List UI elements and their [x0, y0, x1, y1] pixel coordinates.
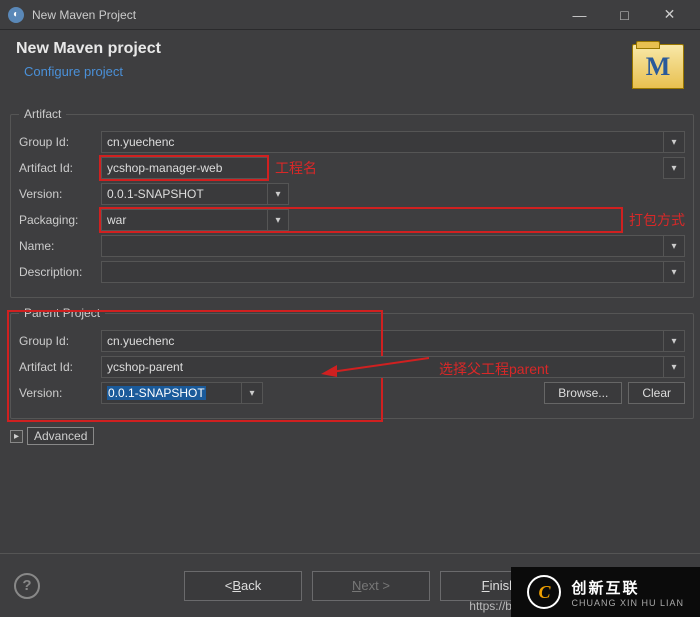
version-label: Version:	[19, 187, 101, 201]
parent-group-id-label: Group Id:	[19, 334, 101, 348]
browse-button[interactable]: Browse...	[544, 382, 622, 404]
description-dropdown-icon[interactable]: ▾	[663, 261, 685, 283]
annotation-packaging: 打包方式	[629, 210, 685, 230]
watermark: C 创新互联 CHUANG XIN HU LIAN	[511, 567, 700, 617]
artifact-id-input[interactable]	[101, 157, 267, 179]
artifact-fieldset: Artifact Group Id: ▾ Artifact Id: 工程名 ▾ …	[10, 107, 694, 298]
version-dropdown-icon[interactable]: ▾	[267, 183, 289, 205]
parent-group-id-input[interactable]	[101, 330, 663, 352]
parent-version-label: Version:	[19, 386, 101, 400]
name-dropdown-icon[interactable]: ▾	[663, 235, 685, 257]
advanced-section: ▸ Advanced	[10, 427, 694, 445]
clear-button[interactable]: Clear	[628, 382, 685, 404]
group-id-input[interactable]	[101, 131, 663, 153]
packaging-input[interactable]	[101, 209, 267, 231]
watermark-line1: 创新互联	[571, 577, 684, 598]
description-input[interactable]	[101, 261, 663, 283]
version-input[interactable]	[101, 183, 267, 205]
close-button[interactable]: ✕	[647, 0, 692, 30]
page-title: New Maven project	[16, 40, 632, 58]
red-arrow-icon	[319, 354, 429, 380]
titlebar: ◐ New Maven Project — □ ✕	[0, 0, 700, 30]
artifact-id-label: Artifact Id:	[19, 161, 101, 175]
page-subtitle: Configure project	[24, 64, 632, 79]
advanced-label[interactable]: Advanced	[27, 427, 94, 445]
eclipse-icon: ◐	[8, 7, 24, 23]
window-title: New Maven Project	[32, 8, 557, 22]
group-id-dropdown-icon[interactable]: ▾	[663, 131, 685, 153]
dialog-header: New Maven project Configure project M	[0, 30, 700, 103]
group-id-label: Group Id:	[19, 135, 101, 149]
advanced-toggle-icon[interactable]: ▸	[10, 430, 23, 443]
parent-artifact-id-dropdown-icon[interactable]: ▾	[663, 356, 685, 378]
name-label: Name:	[19, 239, 101, 253]
artifact-id-dropdown-icon[interactable]: ▾	[663, 157, 685, 179]
parent-version-dropdown-icon[interactable]: ▾	[241, 382, 263, 404]
artifact-legend: Artifact	[19, 107, 66, 121]
parent-group-id-dropdown-icon[interactable]: ▾	[663, 330, 685, 352]
help-icon[interactable]: ?	[14, 573, 40, 599]
packaging-label: Packaging:	[19, 213, 101, 227]
watermark-line2: CHUANG XIN HU LIAN	[571, 598, 684, 608]
parent-legend: Parent Project	[19, 306, 105, 320]
name-input[interactable]	[101, 235, 663, 257]
packaging-dropdown-icon[interactable]: ▾	[267, 209, 289, 231]
maven-folder-icon: M	[632, 44, 684, 89]
back-button[interactable]: < Back	[184, 571, 302, 601]
annotation-select-parent: 选择父工程parent	[439, 359, 549, 379]
watermark-logo-icon: C	[527, 575, 561, 609]
parent-version-input[interactable]: 0.0.1-SNAPSHOT	[101, 382, 241, 404]
maximize-button[interactable]: □	[602, 0, 647, 30]
annotation-project-name: 工程名	[275, 158, 317, 178]
window-controls: — □ ✕	[557, 0, 692, 30]
parent-artifact-id-label: Artifact Id:	[19, 360, 101, 374]
minimize-button[interactable]: —	[557, 0, 602, 30]
parent-project-fieldset: Parent Project Group Id: ▾ Artifact Id: …	[10, 306, 694, 419]
next-button: Next >	[312, 571, 430, 601]
description-label: Description:	[19, 265, 101, 279]
